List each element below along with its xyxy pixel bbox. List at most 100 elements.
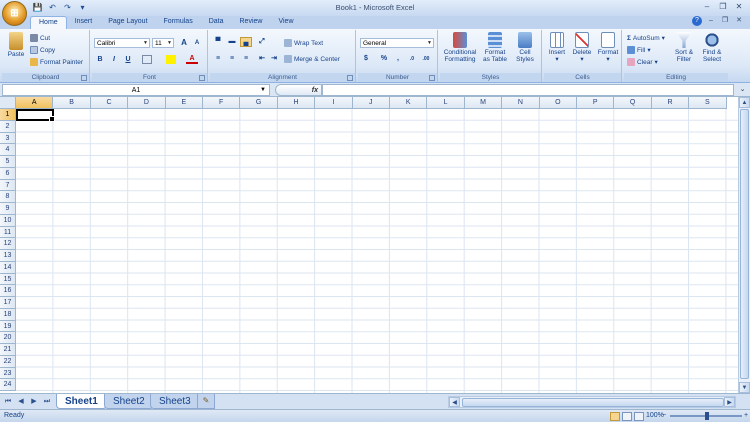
tab-view[interactable]: View — [270, 16, 301, 29]
row-header[interactable]: 16 — [0, 285, 16, 297]
tab-review[interactable]: Review — [232, 16, 271, 29]
row-header[interactable]: 17 — [0, 297, 16, 309]
column-header[interactable]: R — [651, 97, 690, 109]
format-as-table-button[interactable]: Format as Table — [480, 32, 510, 63]
column-header[interactable]: Q — [614, 97, 652, 109]
vertical-scrollbar[interactable]: ▲ ▼ — [738, 97, 750, 393]
row-header[interactable]: 1 — [0, 109, 16, 121]
page-layout-view-icon[interactable] — [622, 412, 632, 421]
tab-page-layout[interactable]: Page Layout — [100, 16, 155, 29]
fx-icon[interactable]: fx — [312, 85, 318, 96]
orientation-icon[interactable]: ⤢ — [256, 37, 268, 47]
help-icon[interactable]: ? — [692, 16, 702, 26]
align-top-icon[interactable]: ▀ — [212, 37, 224, 47]
row-header[interactable]: 13 — [0, 250, 16, 262]
tab-insert[interactable]: Insert — [67, 16, 101, 29]
next-sheet-icon[interactable]: ▶ — [29, 397, 39, 407]
decrease-indent-icon[interactable]: ⇤ — [256, 54, 268, 64]
column-header[interactable]: I — [315, 97, 353, 109]
row-header[interactable]: 18 — [0, 308, 16, 321]
sort-filter-button[interactable]: Sort & Filter — [670, 32, 698, 63]
row-header[interactable]: 20 — [0, 332, 16, 344]
prev-sheet-icon[interactable]: ◀ — [16, 397, 26, 407]
column-header[interactable]: B — [53, 97, 91, 109]
column-header[interactable]: C — [90, 97, 129, 109]
sheet-tab-sheet3[interactable]: Sheet3 — [150, 394, 200, 409]
copy-button[interactable]: Copy — [30, 46, 55, 54]
cells-area[interactable] — [16, 109, 738, 393]
percent-button[interactable]: % — [378, 54, 390, 64]
merge-center-button[interactable]: Merge & Center — [284, 55, 340, 63]
tab-formulas[interactable]: Formulas — [156, 16, 201, 29]
font-size-select[interactable]: 11 ▼ — [152, 38, 174, 48]
sheet-tab-sheet1[interactable]: Sheet1 — [56, 394, 107, 409]
workbook-restore-button[interactable]: ❐ — [720, 16, 730, 26]
row-header[interactable]: 10 — [0, 214, 16, 227]
row-header[interactable]: 7 — [0, 179, 16, 192]
workbook-minimize-button[interactable]: – — [706, 16, 716, 26]
cut-button[interactable]: Cut — [30, 34, 50, 42]
row-header[interactable]: 22 — [0, 355, 16, 368]
clipboard-launcher[interactable] — [81, 75, 87, 81]
clear-button[interactable]: Clear ▾ — [627, 58, 658, 66]
alignment-launcher[interactable] — [347, 75, 353, 81]
increase-decimal-button[interactable]: .0 — [406, 54, 418, 64]
row-header[interactable]: 4 — [0, 144, 16, 156]
zoom-in-button[interactable]: + — [744, 410, 748, 422]
last-sheet-icon[interactable]: ⏭ — [42, 397, 52, 407]
maximize-button[interactable]: ❐ — [716, 2, 730, 13]
row-header[interactable]: 8 — [0, 191, 16, 203]
conditional-formatting-button[interactable]: Conditional Formatting — [441, 32, 479, 63]
column-header[interactable]: N — [502, 97, 540, 109]
expand-formula-bar-icon[interactable]: ⌄ — [737, 84, 748, 96]
zoom-slider-thumb[interactable] — [705, 412, 709, 420]
sheet-tab-sheet2[interactable]: Sheet2 — [104, 394, 154, 409]
fill-button[interactable]: Fill ▾ — [627, 46, 651, 54]
borders-icon[interactable] — [142, 55, 152, 64]
column-header[interactable]: O — [539, 97, 577, 109]
paste-button[interactable]: Paste — [5, 32, 27, 58]
column-header[interactable]: D — [128, 97, 166, 109]
row-header[interactable]: 9 — [0, 203, 16, 215]
workbook-close-button[interactable]: ✕ — [734, 16, 744, 26]
scroll-right-icon[interactable]: ▶ — [724, 397, 735, 407]
zoom-out-button[interactable]: − — [662, 410, 666, 422]
row-header[interactable]: 24 — [0, 379, 16, 391]
tab-home[interactable]: Home — [30, 16, 67, 29]
minimize-button[interactable]: – — [700, 2, 714, 13]
insert-cells-button[interactable]: Insert ▾ — [545, 32, 569, 63]
row-header[interactable]: 21 — [0, 344, 16, 356]
row-header[interactable]: 2 — [0, 120, 16, 133]
column-header[interactable]: A — [16, 97, 54, 109]
font-name-select[interactable]: Calibri ▼ — [94, 38, 150, 48]
increase-indent-icon[interactable]: ⇥ — [268, 54, 280, 64]
number-format-select[interactable]: General ▼ — [360, 38, 434, 48]
column-header[interactable]: L — [427, 97, 465, 109]
column-header[interactable]: E — [165, 97, 203, 109]
format-painter-button[interactable]: Format Painter — [30, 58, 83, 66]
align-bottom-icon[interactable]: ▄ — [240, 37, 252, 47]
page-break-view-icon[interactable] — [634, 412, 644, 421]
scroll-down-icon[interactable]: ▼ — [739, 382, 750, 393]
fill-color-icon[interactable] — [166, 55, 176, 64]
align-middle-icon[interactable]: ▬ — [226, 37, 238, 47]
close-button[interactable]: ✕ — [732, 2, 746, 13]
column-header[interactable]: J — [352, 97, 390, 109]
currency-button[interactable]: $ — [360, 54, 372, 64]
bold-button[interactable]: B — [94, 55, 106, 65]
column-header[interactable]: K — [390, 97, 428, 109]
delete-cells-button[interactable]: Delete ▾ — [570, 32, 594, 63]
row-header[interactable]: 12 — [0, 238, 16, 250]
tab-data[interactable]: Data — [201, 16, 232, 29]
row-header[interactable]: 11 — [0, 226, 16, 239]
column-header[interactable]: M — [464, 97, 503, 109]
row-header[interactable]: 19 — [0, 320, 16, 333]
horizontal-scroll-thumb[interactable] — [462, 398, 724, 407]
row-header[interactable]: 15 — [0, 273, 16, 286]
number-launcher[interactable] — [429, 75, 435, 81]
shrink-font-button[interactable]: A — [191, 38, 203, 48]
row-header[interactable]: 5 — [0, 156, 16, 168]
column-header[interactable]: H — [277, 97, 316, 109]
chevron-down-icon[interactable]: ▼ — [260, 85, 266, 96]
formula-input[interactable] — [322, 84, 734, 96]
